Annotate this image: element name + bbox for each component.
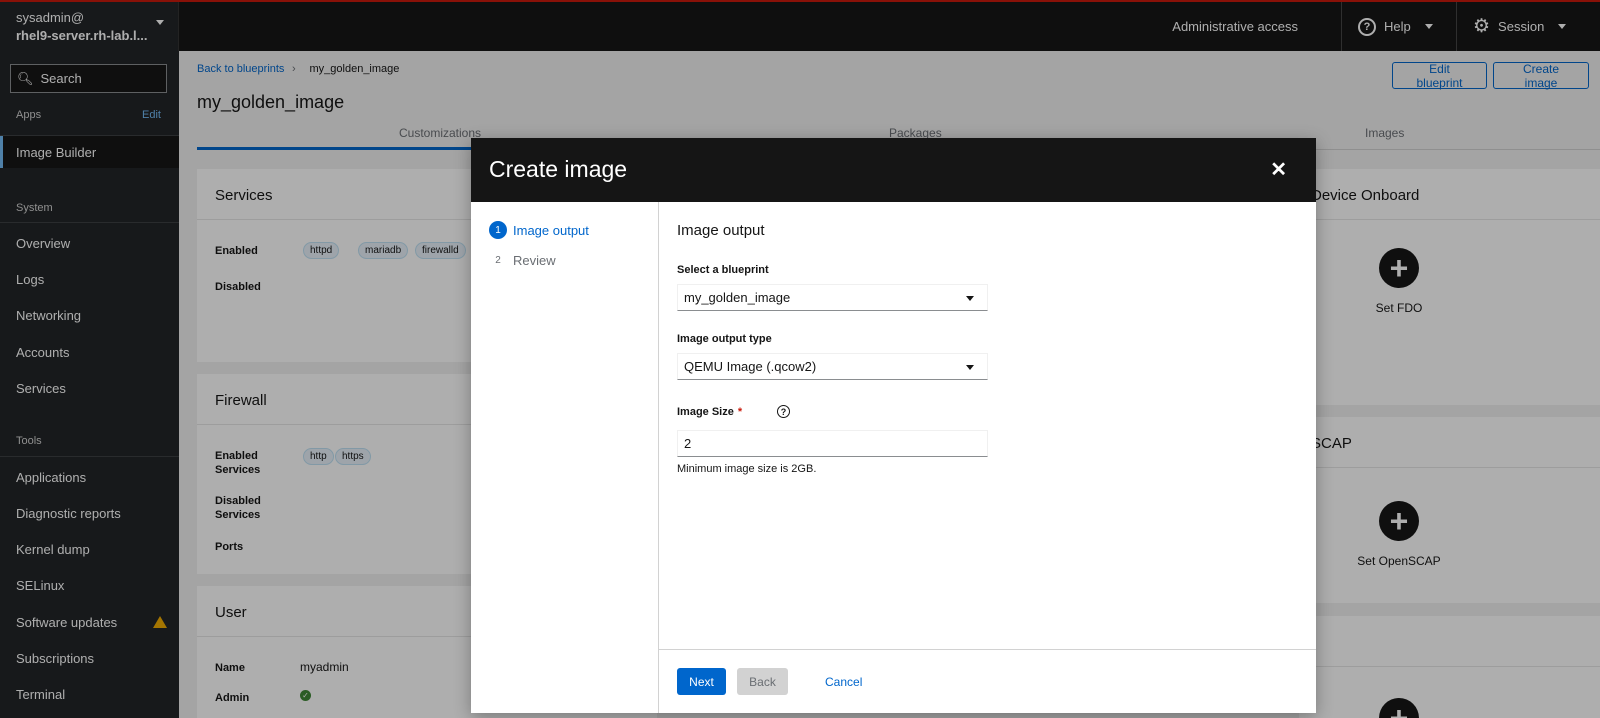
step-number: 1 (489, 221, 507, 239)
blueprint-select-value: my_golden_image (684, 290, 791, 305)
step-label: Review (513, 252, 556, 268)
step-number: 2 (495, 254, 501, 266)
wizard-body: Image output Select a blueprint my_golde… (659, 202, 1316, 649)
step-label: Image output (513, 222, 589, 238)
wizard-nav: 1 Image output 2 Review (471, 202, 659, 713)
create-image-modal: Create image ✕ 1 Image output 2 Review I… (471, 138, 1316, 713)
next-button[interactable]: Next (677, 668, 726, 695)
required-marker: * (737, 406, 743, 418)
section-heading: Image output (677, 222, 765, 239)
cancel-button[interactable]: Cancel (825, 668, 862, 695)
output-type-label: Image output type (677, 333, 772, 345)
wizard-footer: Next Back Cancel (659, 649, 1316, 713)
modal-header: Create image ✕ (471, 138, 1316, 202)
close-icon[interactable]: ✕ (1270, 157, 1287, 182)
output-type-value: QEMU Image (.qcow2) (684, 359, 817, 374)
modal-title: Create image (489, 156, 628, 182)
output-type-select[interactable]: QEMU Image (.qcow2) (677, 353, 988, 380)
image-size-label-text: Image Size (677, 406, 734, 418)
help-icon[interactable]: ? (777, 405, 790, 418)
image-size-input[interactable] (677, 430, 988, 457)
wizard-step-review[interactable]: 2 Review (489, 251, 556, 269)
back-button[interactable]: Back (737, 668, 788, 695)
image-size-hint: Minimum image size is 2GB. (677, 463, 817, 475)
blueprint-label: Select a blueprint (677, 264, 769, 276)
blueprint-select[interactable]: my_golden_image (677, 284, 988, 311)
wizard-step-image-output[interactable]: 1 Image output (489, 221, 589, 239)
caret-down-icon (966, 296, 974, 301)
caret-down-icon (966, 365, 974, 370)
image-size-label: Image Size * ? (677, 405, 790, 418)
